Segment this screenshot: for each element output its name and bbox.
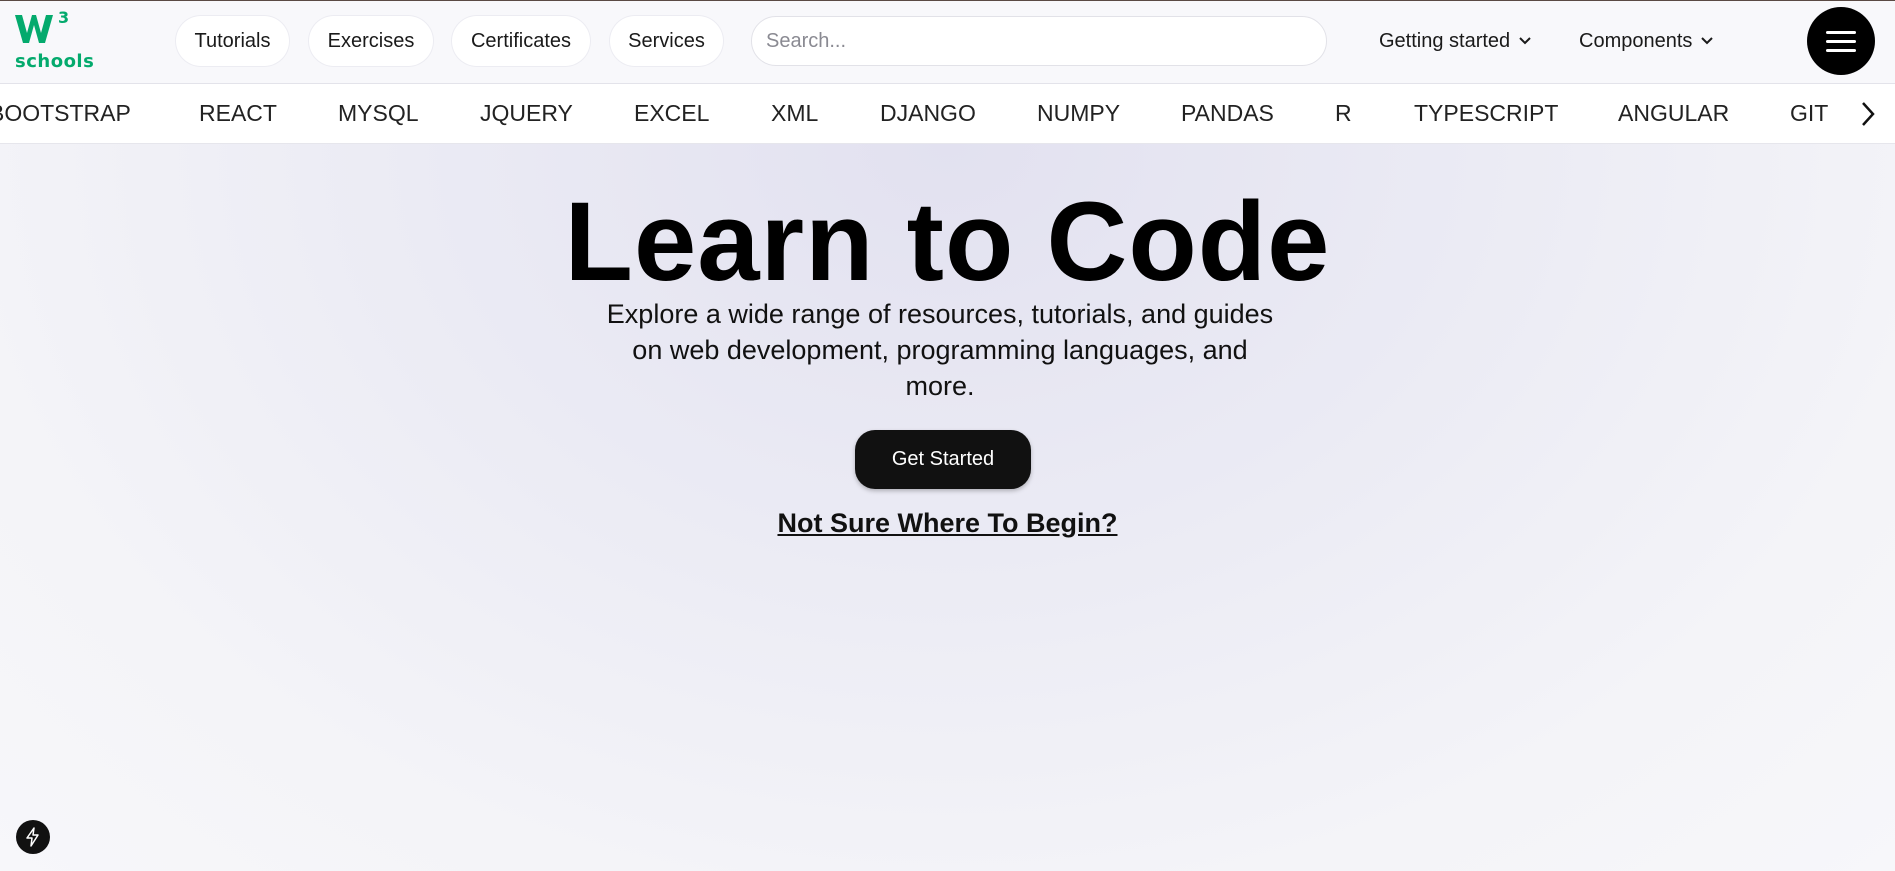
nav-pill-certificates[interactable]: Certificates xyxy=(452,16,590,66)
hamburger-line xyxy=(1826,39,1856,43)
subnav-item-bootstrap[interactable]: BOOTSTRAP xyxy=(0,100,131,127)
subnav-item-numpy[interactable]: NUMPY xyxy=(1037,100,1120,127)
chevron-down-icon xyxy=(1701,37,1714,45)
subnav-item-mysql[interactable]: MYSQL xyxy=(338,100,419,127)
lightning-bolt-icon xyxy=(26,827,39,847)
subnav-item-excel[interactable]: EXCEL xyxy=(634,100,709,127)
subnav-item-xml[interactable]: XML xyxy=(771,100,818,127)
subnav-item-pandas[interactable]: PANDAS xyxy=(1181,100,1274,127)
nav-pill-exercises[interactable]: Exercises xyxy=(309,16,433,66)
components-dropdown[interactable]: Components xyxy=(1579,25,1714,57)
not-sure-where-to-begin-link[interactable]: Not Sure Where To Begin? xyxy=(0,508,1895,539)
hamburger-line xyxy=(1826,48,1856,52)
subnav-item-r[interactable]: R xyxy=(1335,100,1352,127)
get-started-button[interactable]: Get Started xyxy=(855,430,1031,489)
nav-pill-label: Tutorials xyxy=(194,29,271,52)
nav-pill-tutorials[interactable]: Tutorials xyxy=(176,16,289,66)
chevron-down-icon xyxy=(1519,37,1531,45)
hamburger-line xyxy=(1826,30,1856,34)
dropdown-label: Components xyxy=(1579,29,1693,52)
nav-pill-label: Certificates xyxy=(470,29,572,52)
nav-pill-services[interactable]: Services xyxy=(610,16,723,66)
w3-logo-mark-icon: 3 xyxy=(15,9,69,43)
svg-text:3: 3 xyxy=(58,9,69,27)
hamburger-menu-button[interactable] xyxy=(1807,7,1875,75)
hero-subtitle: Explore a wide range of resources, tutor… xyxy=(606,299,1274,401)
nav-pill-label: Services xyxy=(628,29,705,52)
hero-section: Learn to Code Explore a wide range of re… xyxy=(0,144,1895,871)
subnav-next-button[interactable] xyxy=(1850,98,1886,130)
dropdown-label: Getting started xyxy=(1379,29,1511,52)
nav-pill-label: Exercises xyxy=(327,29,415,52)
subnav-item-react[interactable]: REACT xyxy=(199,100,277,127)
subnav-item-angular[interactable]: ANGULAR xyxy=(1618,100,1729,127)
subnav-item-jquery[interactable]: JQUERY xyxy=(480,100,573,127)
lightning-bolt-button[interactable] xyxy=(16,820,50,854)
subnav-item-git[interactable]: GIT xyxy=(1790,100,1828,127)
chevron-right-icon xyxy=(1862,102,1875,126)
top-navigation-bar: 3 schools Tutorials Exercises Certificat… xyxy=(0,0,1895,84)
hero-title: Learn to Code xyxy=(564,179,1331,304)
logo-text: schools xyxy=(15,51,95,72)
search-input[interactable] xyxy=(751,16,1327,66)
w3schools-logo[interactable]: 3 schools xyxy=(14,9,94,75)
getting-started-dropdown[interactable]: Getting started xyxy=(1379,25,1532,57)
topic-subnav: BOOTSTRAP REACT MYSQL JQUERY EXCEL XML D… xyxy=(0,84,1895,144)
subnav-item-typescript[interactable]: TYPESCRIPT xyxy=(1414,100,1558,127)
subnav-item-django[interactable]: DJANGO xyxy=(880,100,976,127)
